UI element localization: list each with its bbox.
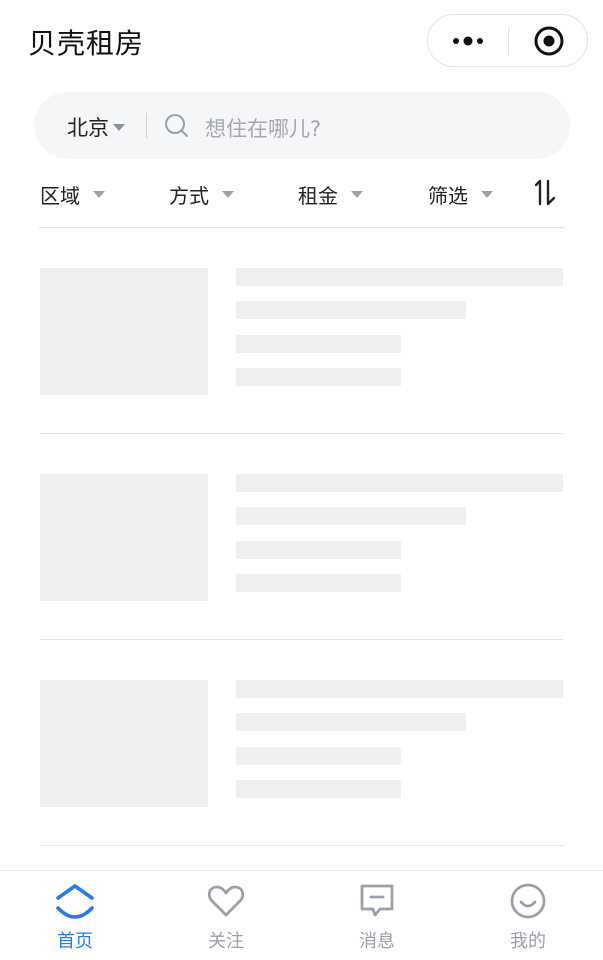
skeleton-line [236, 747, 401, 765]
target-circle-icon [534, 26, 564, 55]
tab-label: 我的 [510, 931, 546, 952]
more-button[interactable] [428, 15, 508, 66]
skeleton-line [236, 713, 466, 731]
skeleton-line [236, 680, 563, 698]
tab-label: 关注 [208, 931, 244, 952]
tab-favorites[interactable]: 关注 [181, 881, 271, 953]
filter-label: 筛选 [428, 184, 468, 208]
tab-label: 首页 [57, 931, 93, 952]
mini-program-capsule [427, 14, 588, 67]
skeleton-line [236, 574, 401, 592]
search-icon [165, 114, 188, 137]
skeleton-thumbnail [40, 268, 208, 395]
filter-price[interactable]: 租金 [298, 180, 363, 209]
skeleton-thumbnail [40, 474, 208, 601]
filter-area[interactable]: 区域 [40, 180, 105, 209]
tab-profile[interactable]: 我的 [483, 881, 573, 953]
skeleton-line [236, 474, 563, 492]
filter-more[interactable]: 筛选 [428, 180, 493, 209]
skeleton-line [236, 268, 563, 286]
profile-smile-icon [510, 883, 546, 919]
filter-label: 租金 [298, 184, 338, 208]
filter-rent-type[interactable]: 方式 [169, 180, 234, 209]
sort-arrows-icon[interactable] [531, 178, 559, 208]
tab-label: 消息 [359, 931, 395, 952]
heart-icon [207, 885, 245, 917]
page-title: 贝壳租房 [28, 27, 145, 60]
chevron-down-icon [93, 191, 105, 198]
tab-messages[interactable]: 消息 [332, 881, 422, 953]
listing-skeleton-card [0, 434, 603, 640]
close-miniprogram-button[interactable] [509, 15, 589, 66]
listing-skeleton-card [0, 228, 603, 434]
city-label: 北京 [67, 116, 109, 140]
tab-home[interactable]: 首页 [30, 881, 120, 953]
skeleton-line [236, 368, 401, 386]
chevron-down-icon [481, 191, 493, 198]
filter-label: 方式 [169, 184, 209, 208]
listing-skeleton-card [0, 640, 603, 846]
chevron-down-icon [351, 191, 363, 198]
chevron-down-icon [222, 191, 234, 198]
skeleton-line [236, 541, 401, 559]
more-dots-icon [453, 36, 483, 45]
skeleton-thumbnail [40, 680, 208, 807]
filter-label: 区域 [40, 184, 80, 208]
city-selector[interactable]: 北京 [67, 112, 125, 142]
top-bar: 贝壳租房 [0, 0, 603, 82]
filter-bar: 区域 方式 租金 筛选 [0, 170, 603, 220]
skeleton-line [236, 780, 401, 798]
card-divider [40, 845, 563, 846]
message-icon [360, 884, 394, 917]
search-bar[interactable]: 北京 想住在哪儿? [34, 92, 570, 159]
search-input[interactable]: 想住在哪儿? [205, 113, 321, 143]
skeleton-line [236, 301, 466, 319]
home-icon [56, 884, 94, 919]
skeleton-line [236, 507, 466, 525]
search-divider [146, 113, 147, 138]
skeleton-line [236, 335, 401, 353]
city-caret-icon [113, 123, 125, 131]
bottom-tab-bar: 首页 关注 消息 我的 [0, 870, 603, 960]
